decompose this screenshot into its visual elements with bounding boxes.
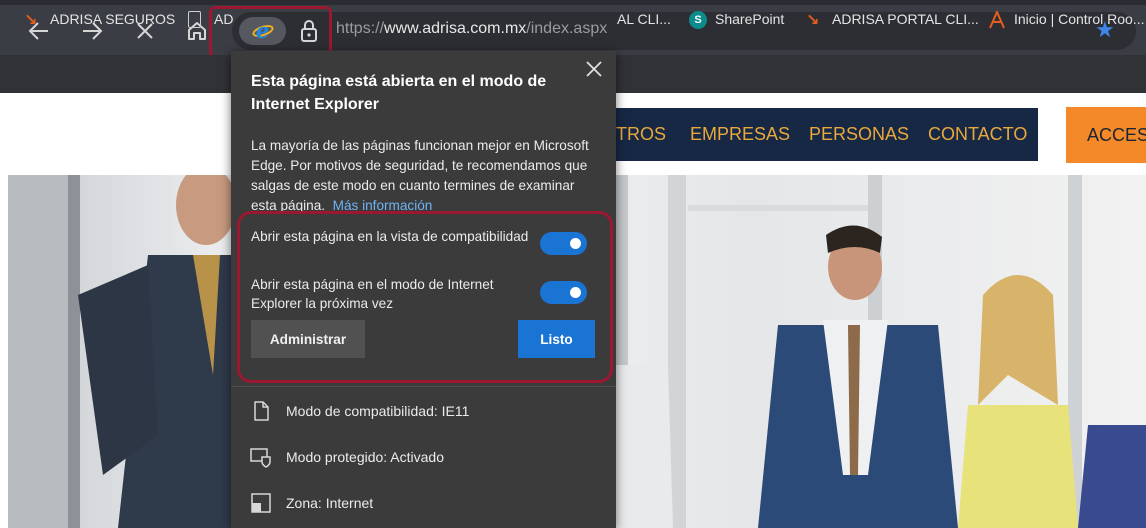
zone-info: Zona: Internet bbox=[286, 495, 374, 511]
tab-strip-edge bbox=[0, 0, 1146, 5]
url-domain: www.adrisa.com.mx bbox=[384, 20, 527, 37]
control-room-icon bbox=[988, 9, 1006, 29]
toggle-knob bbox=[570, 238, 581, 249]
bookmark-portal-cli[interactable]: AL CLI... bbox=[617, 9, 671, 29]
acceso-button[interactable]: ACCESO bbox=[1066, 107, 1146, 163]
bookmark-label: AD bbox=[214, 11, 234, 27]
close-icon[interactable] bbox=[583, 58, 605, 80]
arrow-logo-icon: ↘ bbox=[24, 12, 38, 30]
document-icon bbox=[250, 400, 272, 422]
nav-link-personas[interactable]: PERSONAS bbox=[809, 124, 909, 145]
browser-window: e https://www.adrisa.com.mx/index.aspx ★… bbox=[0, 0, 1146, 528]
bookmark-adrisa-portal[interactable]: ↘ ADRISA PORTAL CLI... bbox=[806, 9, 979, 29]
bookmark-sharepoint[interactable]: S SharePoint bbox=[689, 9, 785, 30]
nav-link-empresas[interactable]: EMPRESAS bbox=[690, 124, 790, 145]
bookmark-control-room[interactable]: Inicio | Control Roo... bbox=[988, 9, 1144, 29]
bookmark-label: ADRISA PORTAL CLI... bbox=[832, 11, 979, 27]
ie-next-time-label: Abrir esta página en el modo de Internet… bbox=[251, 277, 494, 311]
ie-letter-glyph: e bbox=[255, 18, 270, 43]
bookmark-ad[interactable]: AD bbox=[188, 9, 233, 29]
compat-view-toggle[interactable] bbox=[540, 232, 587, 255]
bookmark-label: Inicio | Control Roo... bbox=[1014, 11, 1145, 27]
flyout-description: La mayoría de las páginas funcionan mejo… bbox=[251, 136, 591, 216]
url-prefix: https:// bbox=[336, 20, 385, 37]
acceso-label: ACCESO bbox=[1087, 125, 1146, 145]
lock-icon[interactable] bbox=[298, 18, 320, 44]
toggle-knob bbox=[570, 287, 581, 298]
bookmark-label: ADRISA SEGUROS bbox=[50, 11, 176, 27]
compat-mode-info: Modo de compatibilidad: IE11 bbox=[286, 403, 470, 419]
arrow-logo-icon: ↘ bbox=[806, 12, 820, 30]
url-path: /index.aspx bbox=[526, 20, 608, 37]
url-text[interactable]: https://www.adrisa.com.mx/index.aspx bbox=[336, 20, 607, 38]
flyout-title: Esta página está abierta en el modo de I… bbox=[251, 73, 547, 113]
done-button[interactable]: Listo bbox=[518, 320, 595, 358]
bookmark-label: SharePoint bbox=[715, 11, 785, 27]
flyout-divider bbox=[231, 386, 616, 387]
protected-mode-info: Modo protegido: Activado bbox=[286, 449, 444, 465]
internet-explorer-icon[interactable]: e bbox=[239, 17, 286, 45]
ie-next-time-toggle[interactable] bbox=[540, 281, 587, 304]
page-icon bbox=[188, 11, 206, 29]
nav-link-nosotros[interactable]: TROS bbox=[616, 124, 666, 145]
zone-icon bbox=[250, 492, 272, 514]
more-info-link[interactable]: Más información bbox=[333, 198, 433, 213]
nav-link-contacto[interactable]: CONTACTO bbox=[928, 124, 1027, 145]
shield-window-icon bbox=[250, 446, 272, 468]
compat-view-label: Abrir esta página en la vista de compati… bbox=[251, 229, 529, 244]
sharepoint-icon: S bbox=[689, 11, 707, 30]
bookmark-label: AL CLI... bbox=[617, 11, 671, 27]
bookmark-adrisa-seguros[interactable]: ↘ ADRISA SEGUROS bbox=[24, 9, 175, 29]
manage-button[interactable]: Administrar bbox=[251, 320, 365, 358]
